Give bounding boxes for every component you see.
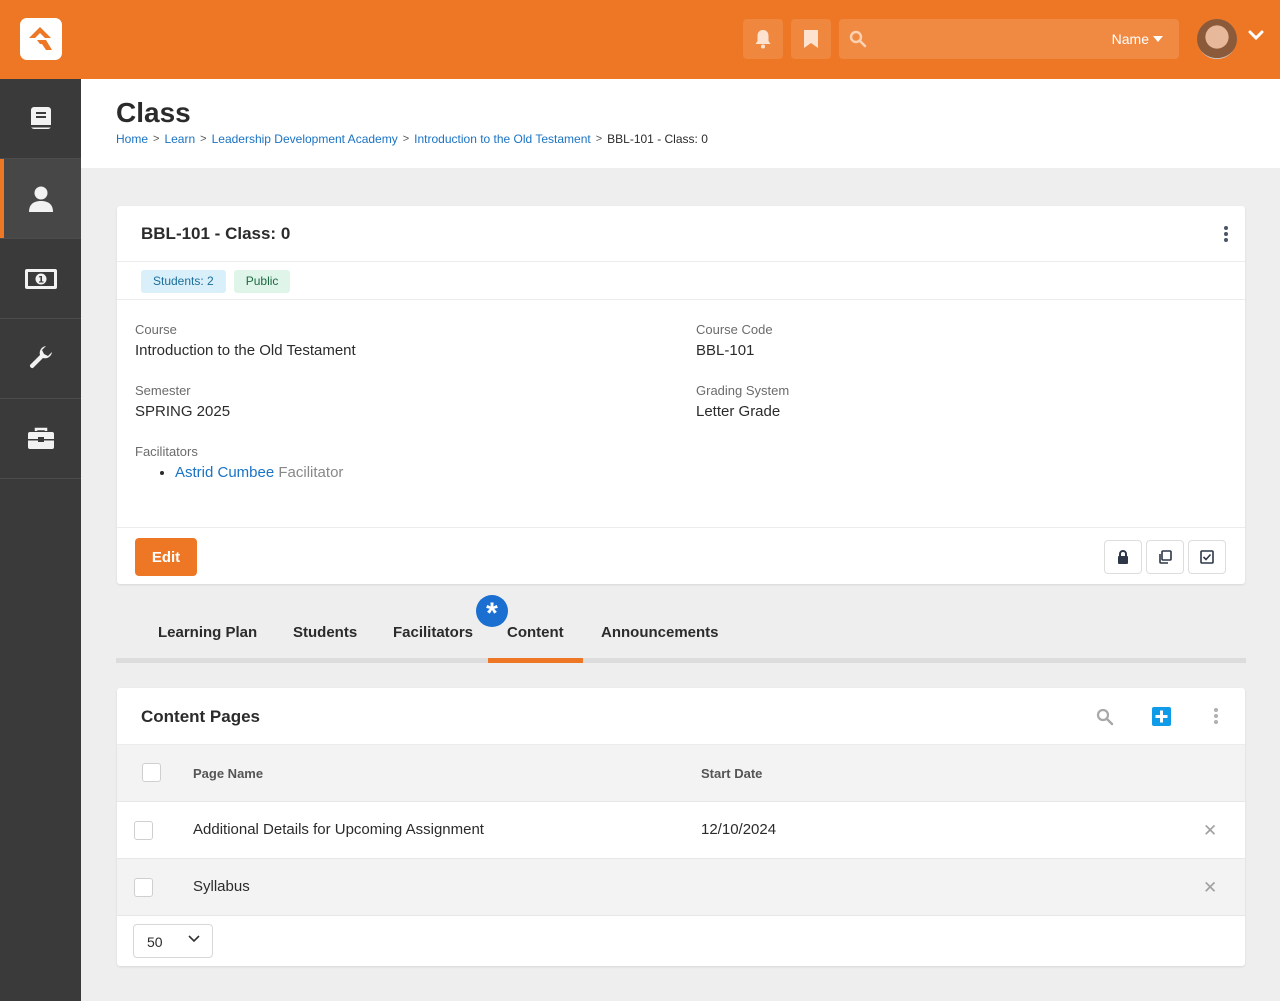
page-size-select[interactable]: 50 bbox=[133, 924, 213, 958]
bookmark-icon bbox=[804, 30, 818, 48]
page-size-value: 50 bbox=[147, 934, 163, 950]
chevron-right-icon: > bbox=[200, 133, 207, 145]
grid-options-icon[interactable] bbox=[1213, 708, 1219, 724]
rock-logo-icon[interactable] bbox=[20, 18, 62, 60]
sidebar-item-people[interactable] bbox=[0, 159, 81, 239]
chevron-right-icon: > bbox=[402, 133, 410, 145]
more-options-icon[interactable] bbox=[1223, 226, 1229, 242]
chevron-right-icon: > bbox=[153, 133, 160, 145]
class-detail-card: BBL-101 - Class: 0 Students: 2 Public Co… bbox=[117, 206, 1245, 584]
tab-learning-plan[interactable]: Learning Plan bbox=[158, 624, 257, 641]
verify-button[interactable] bbox=[1188, 540, 1226, 574]
public-badge: Public bbox=[233, 270, 291, 293]
tab-announcements[interactable]: Announcements bbox=[601, 624, 719, 641]
facilitator-role: Facilitator bbox=[278, 464, 344, 481]
table-row[interactable]: Syllabus ✕ bbox=[117, 859, 1245, 916]
table-header-row: Page Name Start Date bbox=[117, 745, 1245, 802]
semester-field: Semester SPRING 2025 bbox=[135, 383, 230, 420]
grading-system-value: Letter Grade bbox=[696, 403, 781, 420]
semester-value: SPRING 2025 bbox=[135, 403, 231, 420]
row-checkbox[interactable] bbox=[134, 878, 153, 897]
active-tab-indicator bbox=[488, 658, 583, 663]
top-bar: Name bbox=[0, 0, 1280, 79]
page-name-cell: Syllabus bbox=[193, 878, 250, 895]
facilitators-field: Facilitators Astrid Cumbee Facilitator bbox=[135, 444, 343, 481]
page-header: Class Home > Learn > Leadership Developm… bbox=[81, 79, 1280, 168]
tab-track bbox=[116, 658, 1246, 663]
breadcrumb-course[interactable]: Introduction to the Old Testament bbox=[414, 132, 591, 146]
edit-button[interactable]: Edit bbox=[135, 538, 197, 576]
sidebar: 1 bbox=[0, 79, 81, 1001]
tab-bar: Learning Plan Students Facilitators Cont… bbox=[116, 612, 1246, 663]
lock-icon bbox=[1118, 550, 1128, 564]
delete-icon[interactable]: ✕ bbox=[1203, 821, 1217, 841]
book-icon bbox=[30, 106, 51, 129]
facilitators-label: Facilitators bbox=[135, 444, 198, 459]
notifications-button[interactable] bbox=[743, 19, 783, 59]
add-icon[interactable] bbox=[1152, 707, 1171, 726]
students-badge: Students: 2 bbox=[141, 270, 226, 293]
sidebar-item-tools[interactable] bbox=[0, 319, 81, 399]
search-filter-label: Name bbox=[1111, 31, 1149, 47]
search-icon bbox=[849, 30, 867, 48]
money-icon: 1 bbox=[24, 268, 57, 289]
breadcrumb-home[interactable]: Home bbox=[116, 132, 148, 146]
sidebar-item-book[interactable] bbox=[0, 79, 81, 159]
breadcrumb-learn[interactable]: Learn bbox=[164, 132, 195, 146]
row-checkbox[interactable] bbox=[134, 821, 153, 840]
checkbox-icon bbox=[1200, 550, 1214, 564]
column-header-page-name[interactable]: Page Name bbox=[193, 766, 263, 781]
search-filter-dropdown[interactable]: Name bbox=[1112, 31, 1163, 47]
copy-button[interactable] bbox=[1146, 540, 1184, 574]
class-title: BBL-101 - Class: 0 bbox=[141, 224, 291, 243]
select-all-checkbox[interactable] bbox=[142, 763, 161, 782]
wrench-icon bbox=[29, 345, 52, 368]
page-name-cell: Additional Details for Upcoming Assignme… bbox=[193, 821, 484, 838]
caret-down-icon bbox=[1153, 36, 1163, 42]
chevron-down-icon bbox=[188, 935, 200, 943]
tab-facilitators[interactable]: Facilitators bbox=[393, 624, 473, 641]
search-icon[interactable] bbox=[1096, 708, 1114, 726]
course-label: Course bbox=[135, 322, 177, 337]
delete-icon[interactable]: ✕ bbox=[1203, 878, 1217, 898]
chevron-right-icon: > bbox=[595, 133, 603, 145]
facilitator-link[interactable]: Astrid Cumbee bbox=[175, 464, 274, 481]
grid-title: Content Pages bbox=[141, 707, 261, 726]
tab-content[interactable]: Content bbox=[507, 624, 564, 641]
breadcrumb-program[interactable]: Leadership Development Academy bbox=[212, 132, 398, 146]
copy-icon bbox=[1159, 550, 1172, 564]
security-button[interactable] bbox=[1104, 540, 1142, 574]
column-header-start-date[interactable]: Start Date bbox=[701, 766, 762, 781]
course-code-label: Course Code bbox=[696, 322, 773, 337]
search-input[interactable]: Name bbox=[839, 19, 1179, 59]
course-code-field: Course Code BBL-101 bbox=[696, 322, 773, 359]
user-icon bbox=[28, 186, 53, 212]
sidebar-item-admin[interactable] bbox=[0, 399, 81, 479]
avatar[interactable] bbox=[1197, 19, 1237, 59]
bell-icon bbox=[755, 30, 771, 49]
start-date-cell: 12/10/2024 bbox=[701, 821, 777, 838]
sidebar-item-finance[interactable]: 1 bbox=[0, 239, 81, 319]
breadcrumb: Home > Learn > Leadership Development Ac… bbox=[116, 132, 708, 146]
tab-students[interactable]: Students bbox=[293, 624, 357, 641]
semester-label: Semester bbox=[135, 383, 191, 398]
content-pages-grid: Content Pages Page Name Start Date Addit… bbox=[117, 688, 1245, 966]
briefcase-icon bbox=[27, 427, 54, 449]
course-value: Introduction to the Old Testament bbox=[135, 342, 356, 359]
grading-system-label: Grading System bbox=[696, 383, 790, 398]
bookmarks-button[interactable] bbox=[791, 19, 831, 59]
facilitator-item: Astrid Cumbee Facilitator bbox=[175, 464, 343, 481]
breadcrumb-current: BBL-101 - Class: 0 bbox=[607, 132, 708, 146]
grading-system-field: Grading System Letter Grade bbox=[696, 383, 789, 420]
asterisk-icon: * bbox=[476, 595, 508, 630]
table-row[interactable]: Additional Details for Upcoming Assignme… bbox=[117, 802, 1245, 859]
course-code-value: BBL-101 bbox=[696, 342, 755, 359]
svg-text:1: 1 bbox=[37, 275, 43, 285]
page-title: Class bbox=[116, 97, 191, 128]
course-field: Course Introduction to the Old Testament bbox=[135, 322, 356, 359]
chevron-down-icon[interactable] bbox=[1248, 30, 1264, 42]
